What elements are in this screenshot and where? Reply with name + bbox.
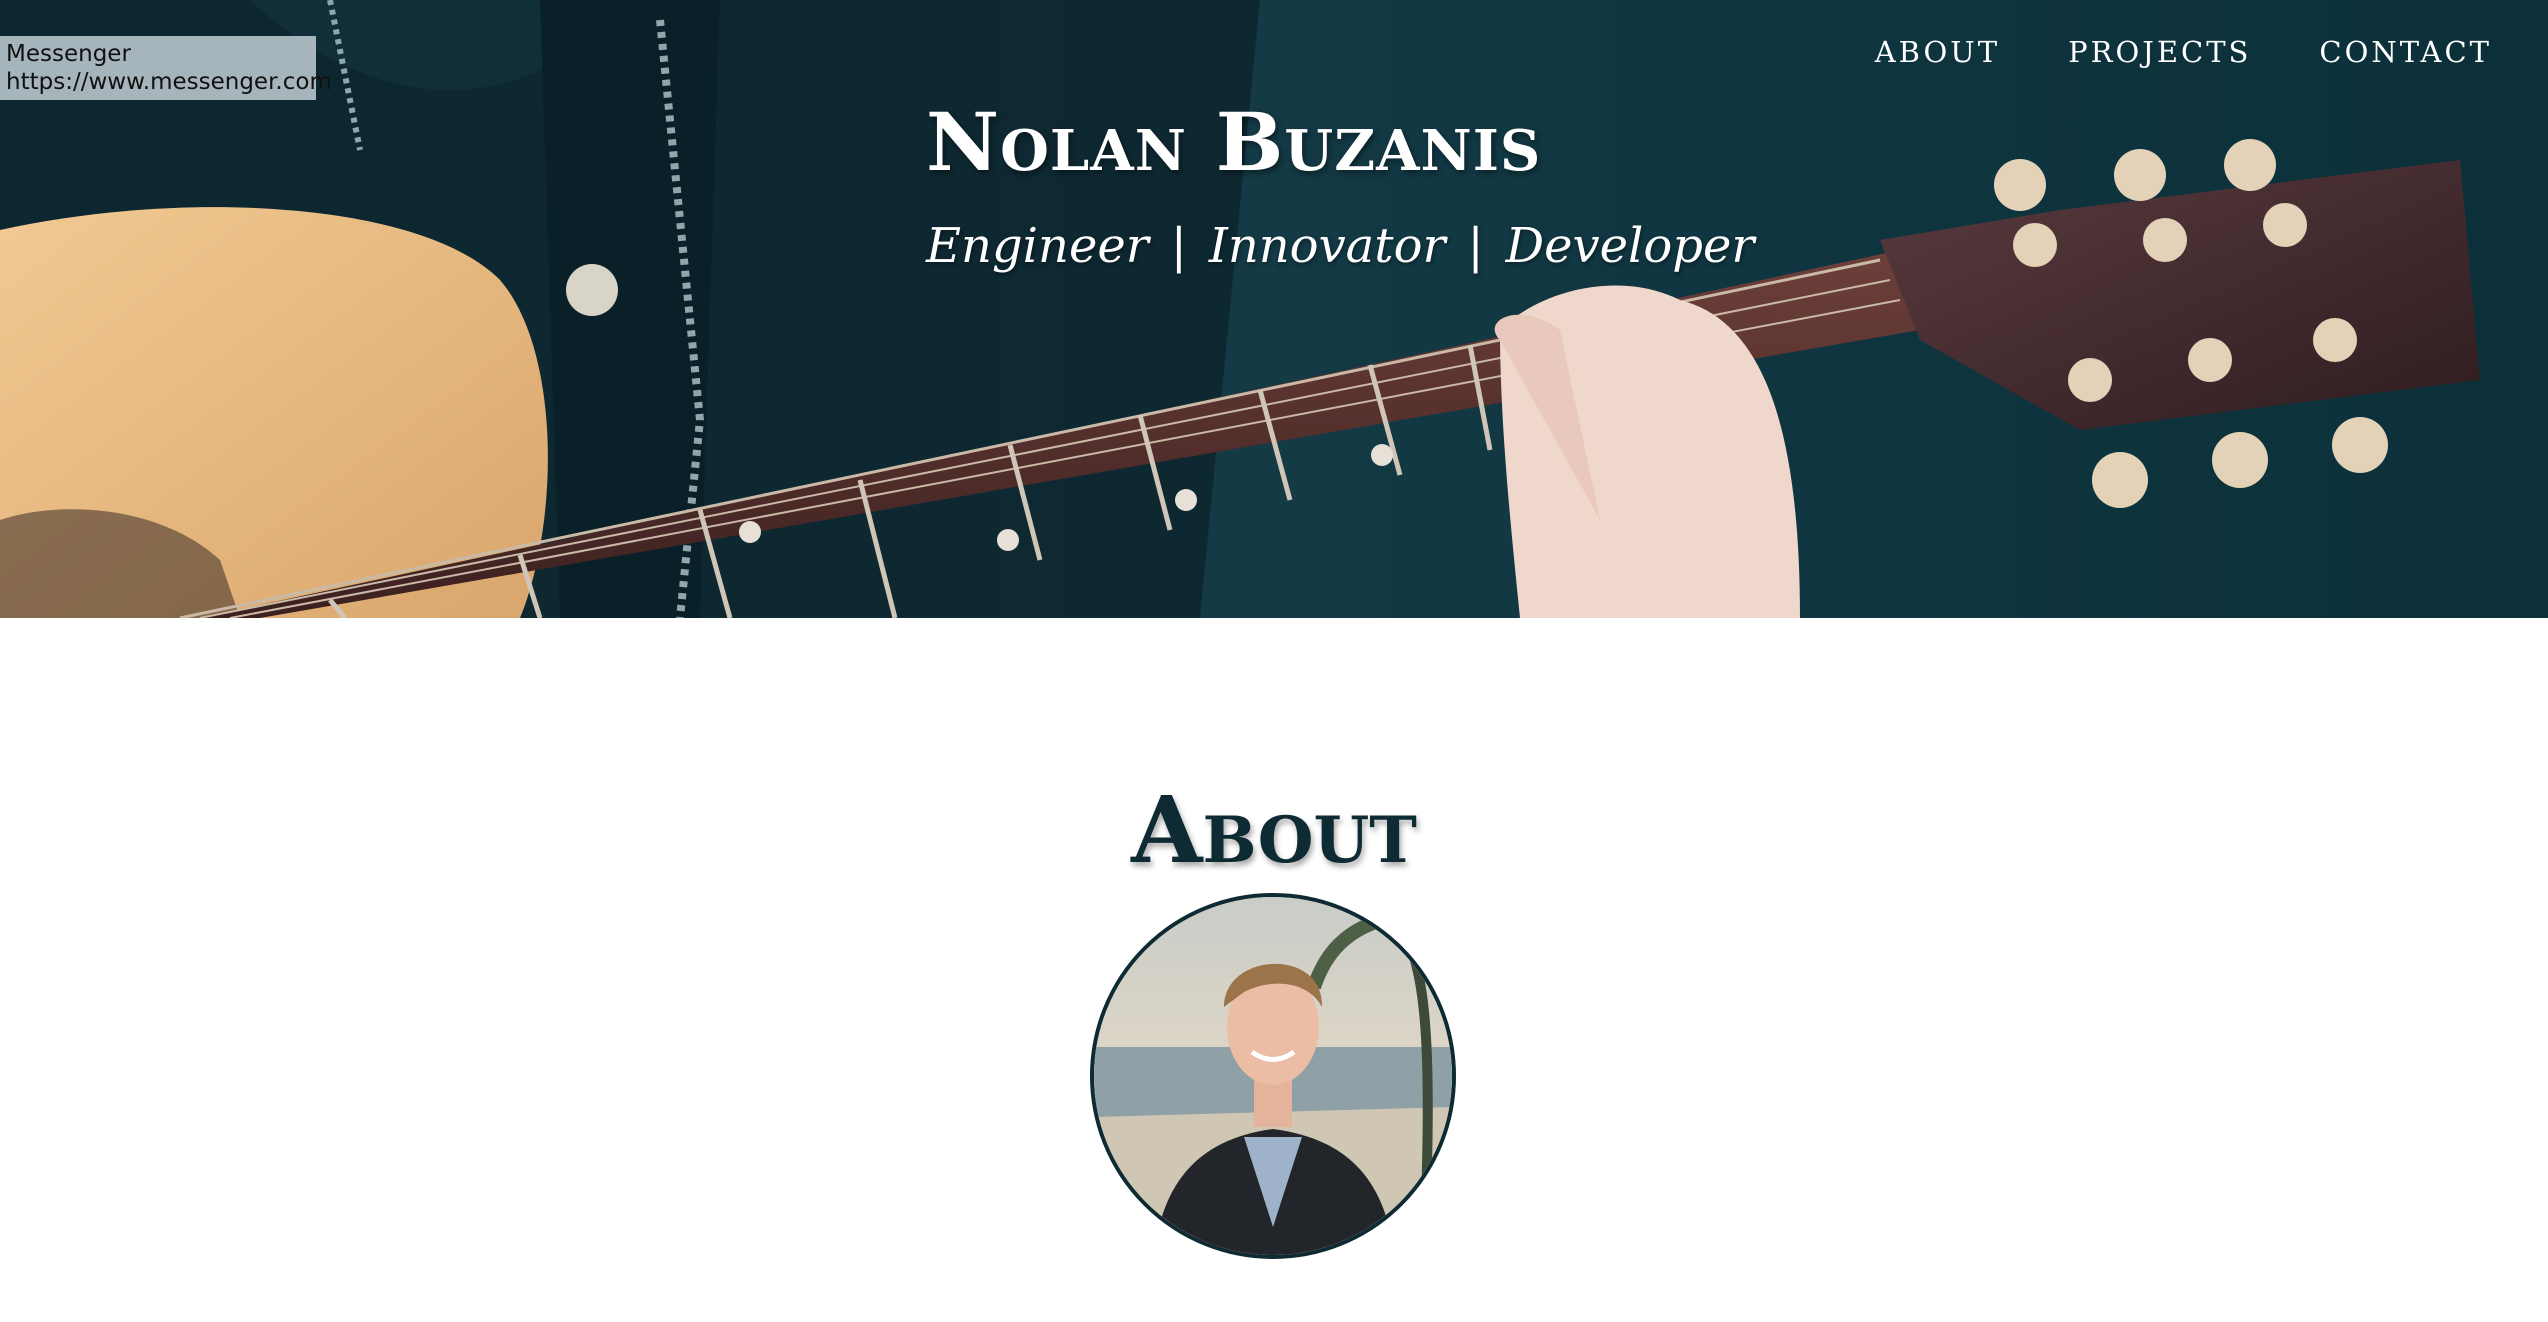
link-preview-tooltip: Messenger https://www.messenger.com: [0, 36, 332, 100]
nav-projects-link[interactable]: PROJECTS: [2068, 28, 2251, 76]
role-developer: Developer: [1505, 218, 1755, 274]
role-innovator: Innovator: [1208, 218, 1446, 274]
nav-about-link[interactable]: ABOUT: [1875, 28, 2000, 76]
role-separator: |: [1467, 218, 1484, 274]
nav-contact-link[interactable]: CONTACT: [2319, 28, 2492, 76]
guitar-photo: [0, 0, 2480, 618]
profile-photo: [1090, 893, 1456, 1259]
tooltip-title: Messenger: [6, 41, 131, 67]
about-heading: About: [1131, 776, 1417, 885]
tooltip-url: https://www.messenger.com: [6, 69, 332, 95]
role-separator: |: [1170, 218, 1187, 274]
site-title: Nolan Buzanis: [926, 95, 1542, 189]
hero-banner: Messenger https://www.messenger.com ABOU…: [0, 0, 2548, 618]
role-engineer: Engineer: [926, 218, 1149, 274]
top-nav: ABOUT PROJECTS CONTACT: [1875, 28, 2492, 76]
site-subtitle: Engineer | Innovator | Developer: [926, 218, 1754, 274]
